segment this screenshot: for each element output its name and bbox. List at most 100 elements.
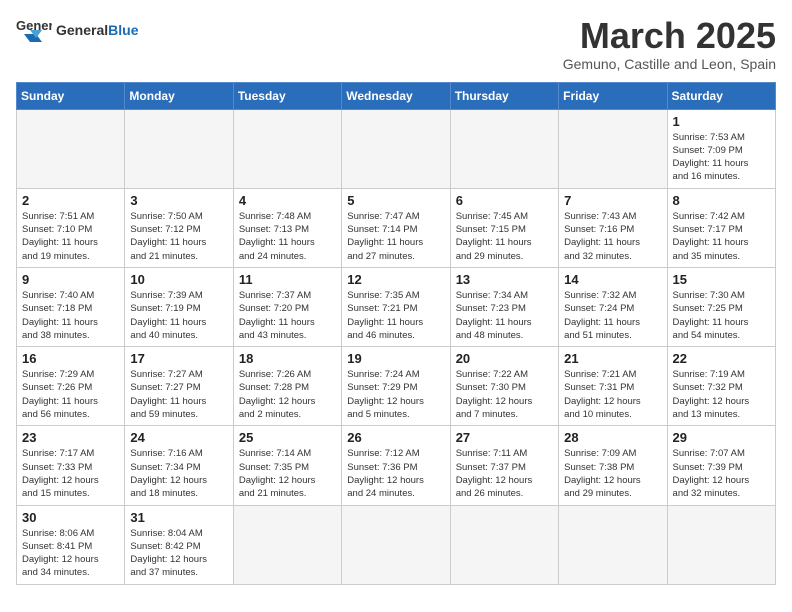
day-info: Sunrise: 7:22 AMSunset: 7:30 PMDaylight:… xyxy=(456,368,553,421)
weekday-header-saturday: Saturday xyxy=(667,82,775,109)
calendar-day-cell: 15 Sunrise: 7:30 AMSunset: 7:25 PMDayligh… xyxy=(667,267,775,346)
calendar-day-cell: 18Sunrise: 7:26 AMSunset: 7:28 PMDayligh… xyxy=(233,347,341,426)
calendar-header-row: SundayMondayTuesdayWednesdayThursdayFrid… xyxy=(17,82,776,109)
day-info: Sunrise: 7:35 AMSunset: 7:21 PMDaylight:… xyxy=(347,289,444,342)
day-number: 24 xyxy=(130,430,227,445)
calendar-day-cell xyxy=(559,109,667,188)
day-info: Sunrise: 7:17 AMSunset: 7:33 PMDaylight:… xyxy=(22,447,119,500)
logo: General GeneralBlue xyxy=(16,16,138,44)
calendar-day-cell: 16 Sunrise: 7:29 AMSunset: 7:26 PMDayligh… xyxy=(17,347,125,426)
calendar-week-row: 2 Sunrise: 7:51 AMSunset: 7:10 PMDaylight… xyxy=(17,188,776,267)
day-number: 20 xyxy=(456,351,553,366)
calendar-day-cell xyxy=(125,109,233,188)
day-info: Sunrise: 7:16 AMSunset: 7:34 PMDaylight:… xyxy=(130,447,227,500)
day-number: 16 xyxy=(22,351,119,366)
weekday-header-tuesday: Tuesday xyxy=(233,82,341,109)
calendar-day-cell: 29 Sunrise: 7:07 AMSunset: 7:39 PMDayligh… xyxy=(667,426,775,505)
day-info: Sunrise: 8:06 AMSunset: 8:41 PMDaylight:… xyxy=(22,527,119,580)
title-area: March 2025 Gemuno, Castille and Leon, Sp… xyxy=(563,16,776,72)
day-info: Sunrise: 8:04 AMSunset: 8:42 PMDaylight:… xyxy=(130,527,227,580)
weekday-header-wednesday: Wednesday xyxy=(342,82,450,109)
calendar-day-cell: 20 Sunrise: 7:22 AMSunset: 7:30 PMDayligh… xyxy=(450,347,558,426)
calendar-day-cell: 21 Sunrise: 7:21 AMSunset: 7:31 PMDayligh… xyxy=(559,347,667,426)
weekday-header-thursday: Thursday xyxy=(450,82,558,109)
day-info: Sunrise: 7:29 AMSunset: 7:26 PMDaylight:… xyxy=(22,368,119,421)
calendar-day-cell: 3 Sunrise: 7:50 AMSunset: 7:12 PMDaylight… xyxy=(125,188,233,267)
calendar-day-cell xyxy=(233,505,341,584)
day-number: 23 xyxy=(22,430,119,445)
day-number: 19 xyxy=(347,351,444,366)
day-number: 25 xyxy=(239,430,336,445)
day-number: 15 xyxy=(673,272,770,287)
calendar-day-cell: 28 Sunrise: 7:09 AMSunset: 7:38 PMDayligh… xyxy=(559,426,667,505)
day-number: 21 xyxy=(564,351,661,366)
day-info: Sunrise: 7:48 AMSunset: 7:13 PMDaylight:… xyxy=(239,210,336,263)
weekday-header-sunday: Sunday xyxy=(17,82,125,109)
calendar-day-cell: 4 Sunrise: 7:48 AMSunset: 7:13 PMDaylight… xyxy=(233,188,341,267)
day-number: 4 xyxy=(239,193,336,208)
day-number: 1 xyxy=(673,114,770,129)
calendar-day-cell: 1 Sunrise: 7:53 AMSunset: 7:09 PMDaylight… xyxy=(667,109,775,188)
day-number: 13 xyxy=(456,272,553,287)
day-number: 7 xyxy=(564,193,661,208)
day-number: 27 xyxy=(456,430,553,445)
calendar-day-cell: 17 Sunrise: 7:27 AMSunset: 7:27 PMDayligh… xyxy=(125,347,233,426)
day-info: Sunrise: 7:47 AMSunset: 7:14 PMDaylight:… xyxy=(347,210,444,263)
day-info: Sunrise: 7:27 AMSunset: 7:27 PMDaylight:… xyxy=(130,368,227,421)
calendar-day-cell xyxy=(342,505,450,584)
calendar-day-cell: 27Sunrise: 7:11 AMSunset: 7:37 PMDayligh… xyxy=(450,426,558,505)
day-info: Sunrise: 7:32 AMSunset: 7:24 PMDaylight:… xyxy=(564,289,661,342)
day-info: Sunrise: 7:14 AMSunset: 7:35 PMDaylight:… xyxy=(239,447,336,500)
day-number: 31 xyxy=(130,510,227,525)
day-number: 28 xyxy=(564,430,661,445)
calendar-day-cell: 13 Sunrise: 7:34 AMSunset: 7:23 PMDayligh… xyxy=(450,267,558,346)
calendar-day-cell: 26Sunrise: 7:12 AMSunset: 7:36 PMDayligh… xyxy=(342,426,450,505)
day-number: 10 xyxy=(130,272,227,287)
day-info: Sunrise: 7:30 AMSunset: 7:25 PMDaylight:… xyxy=(673,289,770,342)
calendar-day-cell: 2 Sunrise: 7:51 AMSunset: 7:10 PMDaylight… xyxy=(17,188,125,267)
calendar-day-cell: 23 Sunrise: 7:17 AMSunset: 7:33 PMDayligh… xyxy=(17,426,125,505)
calendar-day-cell: 31 Sunrise: 8:04 AMSunset: 8:42 PMDayligh… xyxy=(125,505,233,584)
day-number: 29 xyxy=(673,430,770,445)
calendar-day-cell xyxy=(342,109,450,188)
day-number: 30 xyxy=(22,510,119,525)
day-info: Sunrise: 7:39 AMSunset: 7:19 PMDaylight:… xyxy=(130,289,227,342)
calendar-day-cell: 12Sunrise: 7:35 AMSunset: 7:21 PMDayligh… xyxy=(342,267,450,346)
day-number: 3 xyxy=(130,193,227,208)
day-info: Sunrise: 7:53 AMSunset: 7:09 PMDaylight:… xyxy=(673,131,770,184)
day-info: Sunrise: 7:12 AMSunset: 7:36 PMDaylight:… xyxy=(347,447,444,500)
day-number: 17 xyxy=(130,351,227,366)
day-info: Sunrise: 7:40 AMSunset: 7:18 PMDaylight:… xyxy=(22,289,119,342)
calendar-day-cell: 30 Sunrise: 8:06 AMSunset: 8:41 PMDayligh… xyxy=(17,505,125,584)
day-info: Sunrise: 7:07 AMSunset: 7:39 PMDaylight:… xyxy=(673,447,770,500)
calendar-day-cell xyxy=(450,109,558,188)
calendar-day-cell: 7Sunrise: 7:43 AMSunset: 7:16 PMDaylight… xyxy=(559,188,667,267)
calendar-table: SundayMondayTuesdayWednesdayThursdayFrid… xyxy=(16,82,776,585)
calendar-week-row: 23 Sunrise: 7:17 AMSunset: 7:33 PMDayligh… xyxy=(17,426,776,505)
calendar-day-cell xyxy=(17,109,125,188)
day-number: 18 xyxy=(239,351,336,366)
calendar-day-cell: 9Sunrise: 7:40 AMSunset: 7:18 PMDaylight… xyxy=(17,267,125,346)
day-info: Sunrise: 7:45 AMSunset: 7:15 PMDaylight:… xyxy=(456,210,553,263)
calendar-day-cell: 5Sunrise: 7:47 AMSunset: 7:14 PMDaylight… xyxy=(342,188,450,267)
calendar-day-cell xyxy=(559,505,667,584)
day-number: 11 xyxy=(239,272,336,287)
weekday-header-monday: Monday xyxy=(125,82,233,109)
day-info: Sunrise: 7:51 AMSunset: 7:10 PMDaylight:… xyxy=(22,210,119,263)
calendar-day-cell: 14 Sunrise: 7:32 AMSunset: 7:24 PMDayligh… xyxy=(559,267,667,346)
day-info: Sunrise: 7:21 AMSunset: 7:31 PMDaylight:… xyxy=(564,368,661,421)
day-info: Sunrise: 7:09 AMSunset: 7:38 PMDaylight:… xyxy=(564,447,661,500)
logo-text: GeneralBlue xyxy=(56,22,138,38)
calendar-day-cell: 11Sunrise: 7:37 AMSunset: 7:20 PMDayligh… xyxy=(233,267,341,346)
calendar-day-cell: 24 Sunrise: 7:16 AMSunset: 7:34 PMDayligh… xyxy=(125,426,233,505)
day-number: 14 xyxy=(564,272,661,287)
generalblue-logo-icon: General xyxy=(16,16,52,44)
day-info: Sunrise: 7:34 AMSunset: 7:23 PMDaylight:… xyxy=(456,289,553,342)
calendar-week-row: 30 Sunrise: 8:06 AMSunset: 8:41 PMDayligh… xyxy=(17,505,776,584)
calendar-day-cell: 6Sunrise: 7:45 AMSunset: 7:15 PMDaylight… xyxy=(450,188,558,267)
calendar-day-cell: 19Sunrise: 7:24 AMSunset: 7:29 PMDayligh… xyxy=(342,347,450,426)
calendar-day-cell: 10 Sunrise: 7:39 AMSunset: 7:19 PMDayligh… xyxy=(125,267,233,346)
day-info: Sunrise: 7:50 AMSunset: 7:12 PMDaylight:… xyxy=(130,210,227,263)
day-number: 2 xyxy=(22,193,119,208)
calendar-day-cell: 25 Sunrise: 7:14 AMSunset: 7:35 PMDayligh… xyxy=(233,426,341,505)
